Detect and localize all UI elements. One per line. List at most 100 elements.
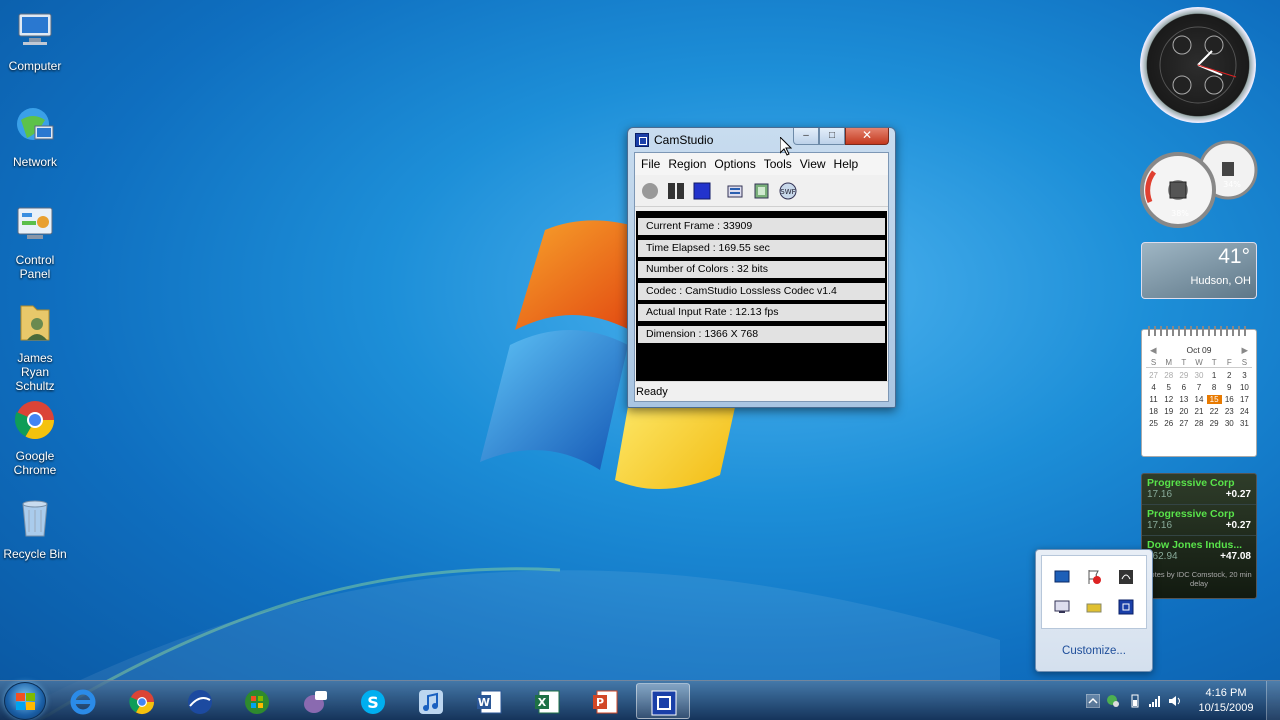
- calendar-day[interactable]: 24: [1237, 407, 1252, 416]
- calendar-day[interactable]: 23: [1222, 407, 1237, 416]
- calendar-day[interactable]: 10: [1237, 383, 1252, 392]
- camstudio-window[interactable]: CamStudio – □ ✕ File Region Options Tool…: [627, 127, 896, 408]
- menu-region[interactable]: Region: [667, 153, 713, 175]
- calendar-day[interactable]: 8: [1207, 383, 1222, 392]
- taskbar-google-earth[interactable]: [173, 683, 227, 719]
- taskbar-powerpoint[interactable]: P: [578, 683, 632, 719]
- calendar-day[interactable]: 31: [1237, 419, 1252, 428]
- safely-remove-icon[interactable]: [1086, 599, 1102, 615]
- calendar-day[interactable]: 27: [1176, 419, 1191, 428]
- google-earth-icon: [188, 690, 212, 714]
- taskbar-excel[interactable]: X: [520, 683, 574, 719]
- taskbar-word[interactable]: W: [462, 683, 516, 719]
- power-icon[interactable]: [1128, 694, 1142, 708]
- calendar-day[interactable]: 7: [1191, 383, 1206, 392]
- calendar-day[interactable]: 29: [1207, 419, 1222, 428]
- calendar-gadget[interactable]: ◀ Oct 09 ▶ S M T W T F S 27 28 29 30 1 2 3 4 5 6 7 8 9 10 11 1…: [1141, 326, 1257, 457]
- calendar-day[interactable]: 30: [1222, 419, 1237, 428]
- video-options-icon[interactable]: [753, 182, 771, 200]
- volume-icon[interactable]: [1168, 694, 1182, 708]
- stock-item[interactable]: Progressive Corp 17.16 +0.27: [1142, 505, 1256, 536]
- calendar-day[interactable]: 17: [1237, 395, 1252, 404]
- weather-gadget[interactable]: 41° Hudson, OH: [1141, 242, 1257, 299]
- prev-month-icon[interactable]: ◀: [1150, 345, 1157, 356]
- cpu-meter-icon: 34% 38%: [1140, 140, 1258, 228]
- start-button[interactable]: [4, 682, 46, 720]
- calendar-day[interactable]: 30: [1191, 371, 1206, 380]
- calendar-day[interactable]: 1: [1207, 371, 1222, 380]
- desktop-icon-user-folder[interactable]: James Ryan Schultz: [2, 300, 68, 393]
- calendar-day[interactable]: 20: [1176, 407, 1191, 416]
- calendar-day[interactable]: 27: [1146, 371, 1161, 380]
- menu-view[interactable]: View: [799, 153, 833, 175]
- taskbar-google-chrome[interactable]: [115, 683, 169, 719]
- taskbar-internet-explorer[interactable]: [56, 683, 110, 719]
- powerpoint-icon: P: [593, 690, 618, 714]
- calendar-day[interactable]: 11: [1146, 395, 1161, 404]
- calendar-day[interactable]: 9: [1222, 383, 1237, 392]
- customize-link[interactable]: Customize...: [1036, 645, 1152, 657]
- calendar-day[interactable]: 18: [1146, 407, 1161, 416]
- calendar-day[interactable]: 21: [1191, 407, 1206, 416]
- camstudio-tray-icon[interactable]: [1118, 599, 1134, 615]
- desktop-icon-recycle-bin[interactable]: Recycle Bin: [2, 496, 68, 561]
- menu-tools[interactable]: Tools: [763, 153, 799, 175]
- taskbar-pidgin[interactable]: [288, 683, 342, 719]
- cpu-meter-gadget[interactable]: 34% 38%: [1140, 140, 1258, 228]
- calendar-day[interactable]: 16: [1222, 395, 1237, 404]
- desktop-icon-computer[interactable]: Computer: [2, 8, 68, 73]
- calendar-day[interactable]: 2: [1222, 371, 1237, 380]
- close-button[interactable]: ✕: [845, 128, 889, 145]
- menu-file[interactable]: File: [640, 153, 667, 175]
- clock-gadget[interactable]: [1140, 7, 1256, 123]
- record-button[interactable]: [641, 182, 659, 200]
- toolbar: SWF: [635, 175, 888, 207]
- annotation-icon[interactable]: [727, 182, 745, 200]
- stop-button[interactable]: [693, 182, 711, 200]
- svg-text:X: X: [538, 696, 547, 709]
- taskbar-itunes[interactable]: [404, 683, 458, 719]
- desktop-icon-google-chrome[interactable]: Google Chrome: [2, 398, 68, 477]
- action-center-icon[interactable]: [1106, 694, 1120, 708]
- calendar-day[interactable]: 28: [1191, 419, 1206, 428]
- calendar-day[interactable]: 6: [1176, 383, 1191, 392]
- calendar-day[interactable]: 4: [1146, 383, 1161, 392]
- stocks-gadget[interactable]: Progressive Corp 17.16 +0.27 Progressive…: [1141, 473, 1257, 599]
- next-month-icon[interactable]: ▶: [1241, 345, 1248, 356]
- stock-item[interactable]: Progressive Corp 17.16 +0.27: [1142, 474, 1256, 505]
- headset-icon[interactable]: [1118, 569, 1134, 585]
- menu-help[interactable]: Help: [833, 153, 866, 175]
- show-desktop-button[interactable]: [1266, 681, 1280, 720]
- desktop-icon-network[interactable]: Network: [2, 104, 68, 169]
- calendar-day[interactable]: 26: [1161, 419, 1176, 428]
- calendar-day[interactable]: 13: [1176, 395, 1191, 404]
- taskbar-camstudio[interactable]: [636, 683, 690, 719]
- calendar-day[interactable]: 12: [1161, 395, 1176, 404]
- calendar-day[interactable]: 22: [1207, 407, 1222, 416]
- taskbar-windows-media-center[interactable]: [230, 683, 284, 719]
- taskbar-clock[interactable]: 4:16 PM 10/15/2009: [1191, 686, 1261, 716]
- calendar-day[interactable]: 25: [1146, 419, 1161, 428]
- swf-icon[interactable]: SWF: [779, 182, 797, 200]
- calendar-day[interactable]: 15: [1206, 395, 1222, 404]
- ie-icon: [70, 689, 96, 715]
- calendar-day[interactable]: 3: [1237, 371, 1252, 380]
- calendar-day[interactable]: 29: [1176, 371, 1191, 380]
- network-signal-icon[interactable]: [1148, 694, 1162, 708]
- maximize-button[interactable]: □: [819, 128, 845, 145]
- desktop-icon-control-panel[interactable]: Control Panel: [2, 202, 68, 281]
- display-icon[interactable]: [1054, 599, 1070, 615]
- taskbar-skype[interactable]: S: [346, 683, 400, 719]
- calendar-day[interactable]: 28: [1161, 371, 1176, 380]
- calendar-day[interactable]: 14: [1191, 395, 1206, 404]
- action-center-icon[interactable]: [1086, 569, 1102, 585]
- tray-app-icon[interactable]: [1054, 569, 1070, 585]
- calendar-day[interactable]: 19: [1161, 407, 1176, 416]
- show-hidden-icons-icon[interactable]: [1086, 694, 1100, 708]
- calendar-day[interactable]: 5: [1161, 383, 1176, 392]
- stock-item[interactable]: Dow Jones Indus... 062.94 +47.08: [1142, 536, 1256, 566]
- minimize-button[interactable]: –: [793, 128, 819, 145]
- title-bar[interactable]: CamStudio – □ ✕: [628, 128, 895, 152]
- menu-options[interactable]: Options: [713, 153, 762, 175]
- pause-button[interactable]: [667, 182, 685, 200]
